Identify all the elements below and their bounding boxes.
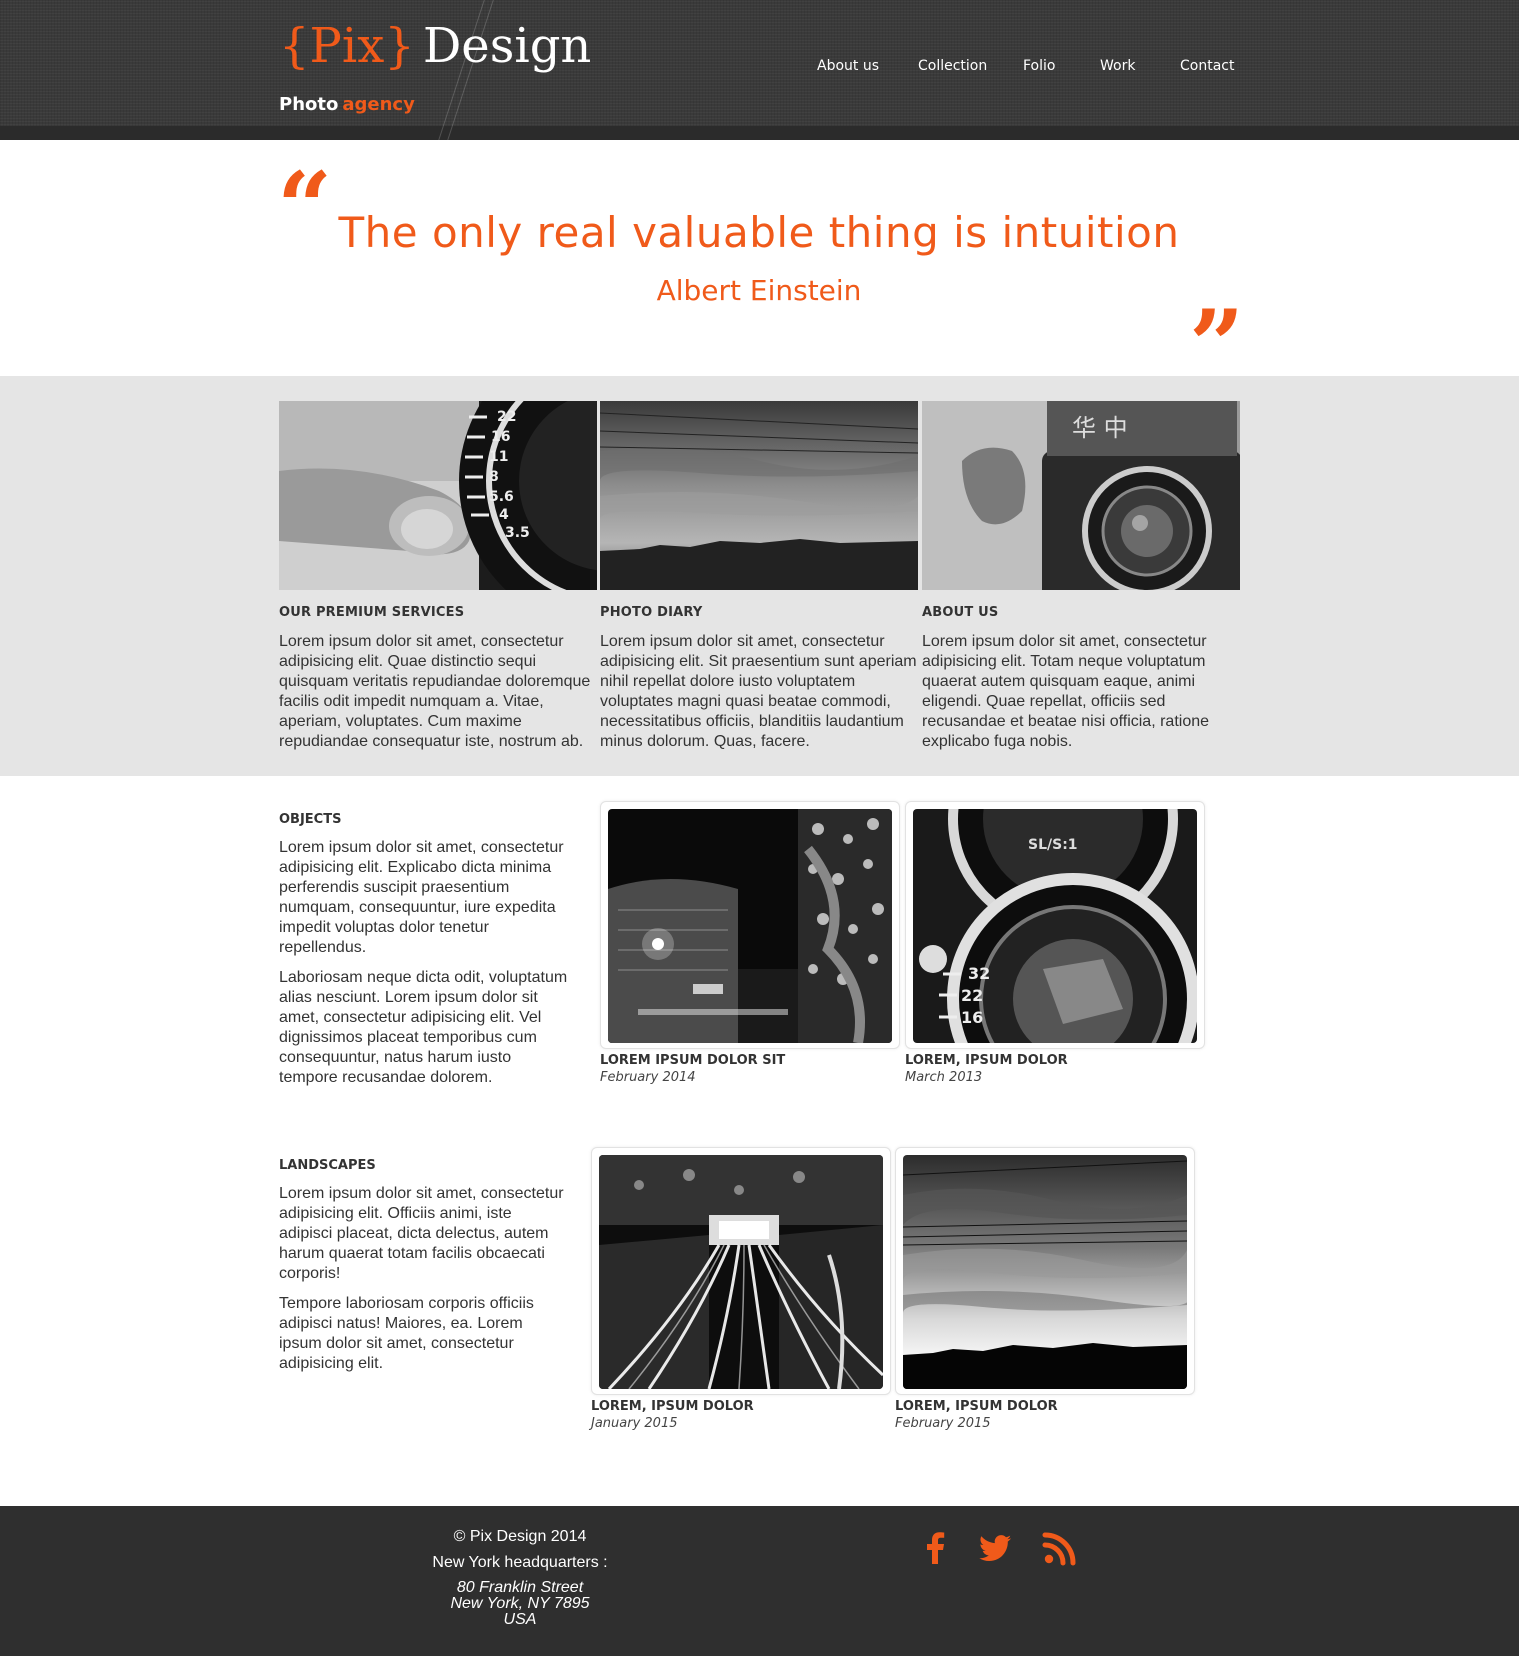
address-line: 80 Franklin Street <box>456 1579 584 1596</box>
logo-brace-close: } <box>384 18 415 74</box>
objects-title: OBJECTS <box>279 812 342 827</box>
card-date: March 2013 <box>905 1070 983 1085</box>
logo-brace-open: { <box>279 18 310 74</box>
nav-folio[interactable]: Folio <box>1023 58 1055 74</box>
svg-text:16: 16 <box>961 1008 983 1027</box>
feature-about-us: 华 中 ABOUT US Lorem ipsum dolor sit amet,… <box>922 401 1242 752</box>
nav-work[interactable]: Work <box>1100 58 1135 74</box>
nav-collection[interactable]: Collection <box>918 58 987 74</box>
svg-text:5.6: 5.6 <box>489 489 514 505</box>
feature-photo-diary: PHOTO DIARY Lorem ipsum dolor sit amet, … <box>600 401 920 752</box>
landscapes-text: Lorem ipsum dolor sit amet, consectetur … <box>279 1184 569 1374</box>
card-title: LOREM, IPSUM DOLOR <box>905 1053 1068 1068</box>
objects-text: Lorem ipsum dolor sit amet, consectetur … <box>279 838 569 1088</box>
vintage-camera-photo: 华 中 <box>922 401 1240 590</box>
objects-paragraph: Laboriosam neque dicta odit, voluptatum … <box>279 969 568 1086</box>
gallery-card[interactable] <box>591 1147 891 1395</box>
cloudy-sunset-photo <box>903 1155 1187 1389</box>
feature-title: OUR PREMIUM SERVICES <box>279 605 465 620</box>
nav-about-us[interactable]: About us <box>817 58 879 74</box>
card-date: February 2014 <box>600 1070 696 1085</box>
camera-dial-photo: 22 16 11 8 5.6 4 3.5 <box>279 401 597 590</box>
svg-text:22: 22 <box>497 409 516 425</box>
sunset-photo <box>600 401 918 590</box>
site-header: {Pix} Design Photo agency About us Collect… <box>0 0 1519 140</box>
feature-text: Lorem ipsum dolor sit amet, consectetur … <box>600 633 917 750</box>
card-date: February 2015 <box>895 1416 991 1431</box>
rss-icon[interactable] <box>1040 1528 1080 1568</box>
logo-pix: Pix <box>309 18 385 74</box>
gallery-card[interactable] <box>600 801 900 1049</box>
card-title: LOREM, IPSUM DOLOR <box>591 1399 754 1414</box>
svg-text:4: 4 <box>499 507 509 523</box>
logo-design: Design <box>422 18 592 74</box>
svg-text:3.5: 3.5 <box>505 525 530 541</box>
card-date: January 2015 <box>591 1416 678 1431</box>
feature-title: ABOUT US <box>922 605 999 620</box>
landscapes-paragraph: Tempore laboriosam corporis officiis adi… <box>279 1295 534 1372</box>
card-title: LOREM, IPSUM DOLOR <box>895 1399 1058 1414</box>
twitter-icon[interactable] <box>975 1528 1015 1568</box>
camera-lenses-photo: SL/S:1 32 22 16 <box>913 809 1197 1043</box>
landscapes-paragraph: Lorem ipsum dolor sit amet, consectetur … <box>279 1185 564 1282</box>
objects-paragraph: Lorem ipsum dolor sit amet, consectetur … <box>279 839 564 956</box>
gallery-card[interactable] <box>895 1147 1195 1395</box>
tagline: Photo agency <box>279 94 415 115</box>
tagline-agency: agency <box>342 94 415 115</box>
footer-copyright: © Pix Design 2014 <box>453 1528 587 1545</box>
svg-text:32: 32 <box>968 964 990 983</box>
svg-text:SL/S:1: SL/S:1 <box>1028 837 1078 853</box>
header-band <box>0 126 1519 140</box>
quote-author: Albert Einstein <box>656 274 862 307</box>
site-footer: © Pix Design 2014 New York headquarters … <box>0 1506 1519 1656</box>
feature-title: PHOTO DIARY <box>600 605 703 620</box>
footer-address: 80 Franklin Street New York, NY 7895 USA <box>380 1580 660 1628</box>
svg-text:22: 22 <box>961 986 983 1005</box>
light-trails-photo <box>599 1155 883 1389</box>
feature-text: Lorem ipsum dolor sit amet, consectetur … <box>922 633 1210 750</box>
gallery-card[interactable]: SL/S:1 32 22 16 <box>905 801 1205 1049</box>
address-line: New York, NY 7895 <box>450 1595 590 1612</box>
svg-text:11: 11 <box>489 449 508 465</box>
svg-text:8: 8 <box>489 469 499 485</box>
facebook-icon[interactable] <box>915 1528 955 1568</box>
card-title: LOREM IPSUM DOLOR SIT <box>600 1053 786 1068</box>
nav-contact[interactable]: Contact <box>1180 58 1234 74</box>
feature-text: Lorem ipsum dolor sit amet, consectetur … <box>279 633 591 750</box>
logo[interactable]: {Pix} Design <box>279 18 591 88</box>
address-line: USA <box>503 1611 537 1628</box>
feature-premium-services: 22 16 11 8 5.6 4 3.5 OUR PREMIUM SERVICES Lo… <box>279 401 599 752</box>
footer-hq-label: New York headquarters : <box>432 1554 608 1571</box>
svg-text:16: 16 <box>491 429 510 445</box>
svg-text:华 中: 华 中 <box>1072 414 1128 442</box>
night-building-photo <box>608 809 892 1043</box>
tagline-photo: Photo <box>279 94 339 115</box>
quote-text: The only real valuable thing is intuitio… <box>338 208 1180 257</box>
landscapes-title: LANDSCAPES <box>279 1158 376 1173</box>
